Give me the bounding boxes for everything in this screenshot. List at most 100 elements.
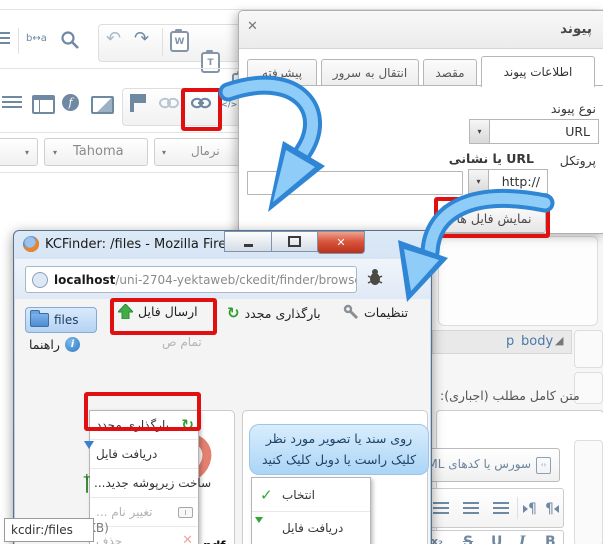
link-dialog-titlebar[interactable]: پیوند ✕ — [239, 11, 603, 49]
toolbar-separator — [18, 28, 19, 54]
new-folder-icon — [86, 477, 88, 493]
link-dialog: پیوند ✕ اطلاعات پیوند مقصد انتقال به سرو… — [238, 10, 603, 234]
toolbar-separator — [162, 28, 163, 56]
full-text-label-text: متن کامل مطلب (اجباری): — [440, 388, 580, 403]
status-tooltip: kcdir:/files — [4, 518, 94, 542]
upload-file-label: ارسال فایل — [138, 304, 198, 319]
tab-target[interactable]: مقصد — [423, 59, 477, 86]
chevron-down-icon: ▾ — [53, 148, 57, 157]
source-button[interactable]: ‹› سورس یا کدهای HTML — [420, 448, 560, 482]
format-dropdown-value: نرمال — [191, 144, 220, 158]
full-text-label: متن کامل مطلب (اجباری): — [440, 388, 601, 403]
justify-left-icon[interactable] — [493, 502, 509, 514]
list-icon[interactable] — [2, 96, 22, 111]
image-icon[interactable] — [91, 96, 114, 114]
toolbar-separator — [517, 497, 518, 519]
paragraph-format-icon[interactable] — [0, 32, 10, 45]
anchor-flag-body — [134, 94, 146, 103]
url-host: localhost — [54, 273, 115, 287]
paste-word-letter: W — [175, 37, 185, 47]
minimize-button[interactable] — [224, 231, 272, 252]
close-button[interactable]: ✕ — [317, 231, 365, 254]
page-panel — [438, 236, 598, 326]
menu-item-new-subfolder[interactable]: ساخت زیرپوشه جدید... — [90, 469, 198, 498]
bidi-icon[interactable]: b↔a — [26, 34, 47, 44]
menu-item-download-file[interactable]: دریافت فایل — [252, 513, 370, 544]
elements-path-body[interactable]: body — [521, 334, 553, 349]
tab-label: مقصد — [435, 66, 464, 80]
direction-rtl-icon[interactable]: ¶ — [545, 501, 559, 517]
protocol-label: پروتکل — [560, 153, 596, 168]
url-path: /uni-2704-yektaweb/ckedit/finder/browse.… — [115, 273, 357, 287]
tab-link-info[interactable]: اطلاعات پیوند — [481, 56, 595, 87]
menu-item-download[interactable]: دریافت فایل — [90, 440, 198, 469]
table-icon[interactable] — [32, 95, 55, 114]
paste-as-text-icon[interactable]: T — [201, 52, 220, 73]
strikethrough-icon[interactable]: S — [463, 534, 473, 544]
font-dropdown-value: Tahoma — [73, 144, 124, 159]
check-icon: ✓ — [260, 486, 273, 504]
bug-icon[interactable] — [365, 268, 385, 288]
source-icon: ‹› — [536, 457, 551, 474]
help-button[interactable]: راهنما i — [29, 337, 80, 352]
reload-button[interactable]: ↻ بارگذاری مجدد — [227, 304, 321, 322]
url-input[interactable] — [247, 171, 463, 195]
close-icon: ✕ — [336, 236, 345, 249]
menu-item-label: دریافت فایل — [96, 447, 157, 461]
browse-files-button[interactable]: نمایش فایل ها — [442, 205, 546, 233]
redo-icon[interactable]: ↷ — [134, 30, 149, 48]
page-side-box — [574, 440, 603, 544]
chevron-down-icon[interactable]: ▾ — [469, 170, 489, 193]
chevron-down-icon[interactable]: ▾ — [470, 120, 490, 143]
browse-files-label: نمایش فایل ها — [456, 211, 531, 226]
tab-label: اطلاعات پیوند — [504, 65, 573, 79]
link-type-select[interactable]: ▾ URL — [469, 119, 599, 144]
undo-icon[interactable]: ↶ — [106, 30, 121, 48]
elements-path-p[interactable]: p — [506, 334, 514, 349]
protocol-value: http:// — [502, 174, 540, 189]
menu-item-label: حذف — [96, 534, 122, 544]
div-container-icon[interactable]: DIV </> — [221, 93, 237, 108]
paste-text-letter: T — [207, 58, 213, 68]
folder-node-label: files — [54, 313, 79, 327]
maximize-button[interactable] — [271, 231, 318, 252]
upload-file-button[interactable]: ارسال فایل — [118, 304, 198, 319]
align-toolbar-group: ¶ ¶ — [420, 488, 564, 528]
menu-item-label: ساخت زیرپوشه جدید... — [94, 476, 211, 490]
unlink-icon[interactable] — [158, 96, 180, 111]
menu-item-label: انتخاب — [282, 488, 315, 502]
menu-item-select[interactable]: ✓ انتخاب — [252, 480, 370, 512]
maximize-icon — [288, 236, 301, 247]
resize-handle-icon[interactable]: ◢ — [555, 334, 563, 347]
page-side-box — [574, 330, 603, 368]
link-type-value: URL — [565, 124, 590, 139]
settings-button[interactable]: تنظیمات — [343, 304, 408, 320]
tab-upload[interactable]: انتقال به سرور — [321, 59, 419, 86]
justify-right-icon[interactable] — [433, 502, 449, 514]
link-icon[interactable] — [190, 96, 212, 111]
hint-line-1: روی سند یا تصویر مورد نظر — [250, 428, 428, 449]
delete-icon: ✕ — [182, 533, 193, 544]
underline-icon[interactable]: U — [491, 534, 502, 544]
folder-node-files[interactable]: files — [25, 307, 97, 333]
status-tooltip-text: kcdir:/files — [11, 523, 73, 537]
direction-ltr-icon[interactable]: ¶ — [523, 501, 537, 517]
bold-icon[interactable]: B — [545, 534, 556, 544]
paste-from-word-icon[interactable]: W — [170, 31, 189, 52]
close-icon[interactable]: ✕ — [247, 19, 258, 34]
url-bar[interactable]: localhost/uni-2704-yektaweb/ckedit/finde… — [25, 266, 357, 293]
url-label: URL یا نشانی — [449, 151, 534, 166]
justify-center-icon[interactable] — [463, 502, 479, 514]
styles-dropdown[interactable]: ▾ — [0, 138, 38, 166]
window-title: KCFinder: /files - Mozilla Firefox — [45, 237, 246, 252]
font-dropdown[interactable]: ▾ Tahoma — [44, 138, 148, 166]
subscript-icon[interactable]: x₂ — [431, 535, 443, 544]
flash-icon[interactable]: f — [62, 94, 79, 111]
tab-label: پیشرفته — [262, 66, 302, 80]
menu-item-reload[interactable]: بارگذاری مجدد ↻ — [90, 411, 198, 440]
refresh-icon: ↻ — [181, 416, 194, 434]
search-icon[interactable] — [60, 30, 80, 50]
tab-advanced[interactable]: پیشرفته — [247, 59, 317, 86]
protocol-select[interactable]: ▾ http:// — [468, 169, 548, 194]
italic-icon[interactable]: I — [519, 534, 526, 544]
